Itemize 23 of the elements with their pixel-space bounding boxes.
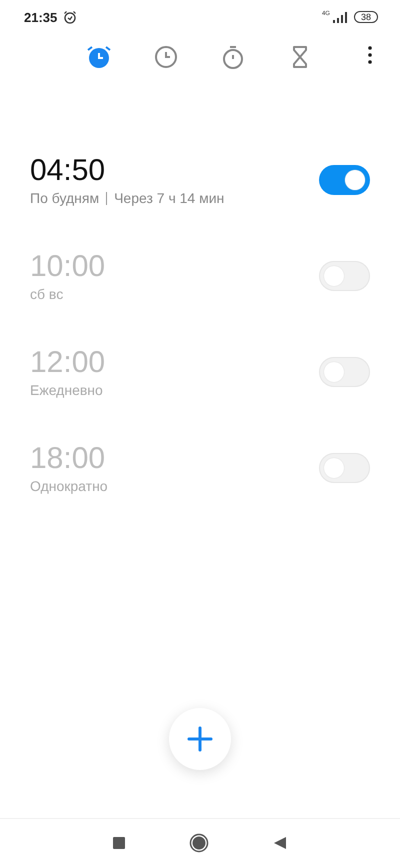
- alarm-time: 18:00: [30, 442, 106, 476]
- stopwatch-icon: [220, 44, 246, 70]
- alarm-clock-icon: [86, 44, 112, 70]
- alarm-time: 10:00: [30, 250, 106, 284]
- alarm-toggle[interactable]: [319, 261, 370, 291]
- clock-icon: [153, 44, 179, 70]
- alarm-repeat: сб вс: [30, 286, 64, 302]
- alarm-countdown: Через 7 ч 14 мин: [114, 190, 224, 206]
- back-button[interactable]: [273, 836, 287, 850]
- alarm-toggle[interactable]: [319, 357, 370, 387]
- alarm-toggle[interactable]: [319, 165, 370, 195]
- status-time: 21:35: [24, 10, 58, 24]
- alarm-time: 04:50: [30, 154, 106, 188]
- alarm-repeat: Однократно: [30, 478, 108, 494]
- home-button[interactable]: [189, 833, 209, 853]
- plus-icon: [187, 726, 213, 752]
- alarm-repeat: Ежедневно: [30, 382, 103, 398]
- alarm-toggle[interactable]: [319, 453, 370, 483]
- alarm-time: 12:00: [30, 346, 106, 380]
- signal-icon: [332, 12, 348, 22]
- alarm-clock-icon: [63, 10, 78, 24]
- alarm-repeat: По будням: [30, 190, 100, 206]
- battery-indicator: 38: [354, 11, 378, 23]
